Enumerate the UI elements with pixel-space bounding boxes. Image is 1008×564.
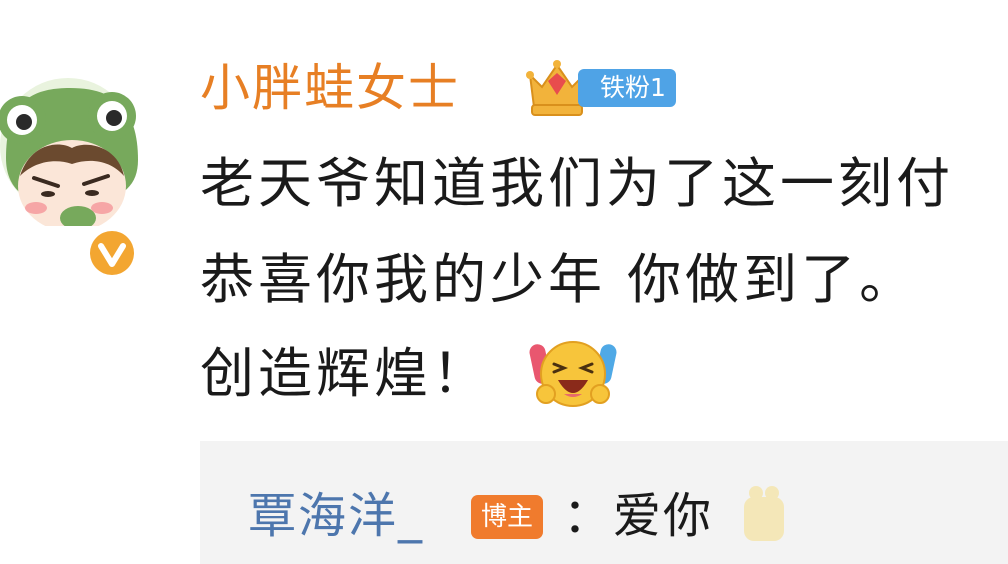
comment-screen: 小胖蛙女士 铁粉1 老天爷知道我们为了这一刻付 恭喜你我的少年 你做到了。 创造… [0, 0, 1008, 564]
reply-preview-box[interactable]: 覃海洋_ 博主 ：爱你 [200, 441, 1008, 564]
author-badge: 博主 [471, 495, 544, 539]
fan-level-badge[interactable]: 铁粉1 [522, 55, 682, 119]
user-avatar[interactable] [0, 48, 150, 280]
laugh-tears-emoji-icon [529, 341, 617, 407]
comment-text-line-2: 恭喜你我的少年 你做到了。 [200, 248, 918, 311]
fan-level-label: 铁粉1 [578, 69, 676, 107]
comment-text-line-1: 老天爷知道我们为了这一刻付 [200, 152, 954, 215]
reply-text: ：爱你 [563, 488, 714, 544]
reply-author-name[interactable]: 覃海洋_ [248, 481, 424, 551]
frog-hat-avatar-icon [0, 78, 138, 226]
verified-v-icon [85, 226, 139, 280]
partial-emoji-icon [744, 486, 784, 541]
comment-text-line-3: 创造辉煌！ [200, 342, 490, 405]
comment-username[interactable]: 小胖蛙女士 [200, 48, 460, 128]
